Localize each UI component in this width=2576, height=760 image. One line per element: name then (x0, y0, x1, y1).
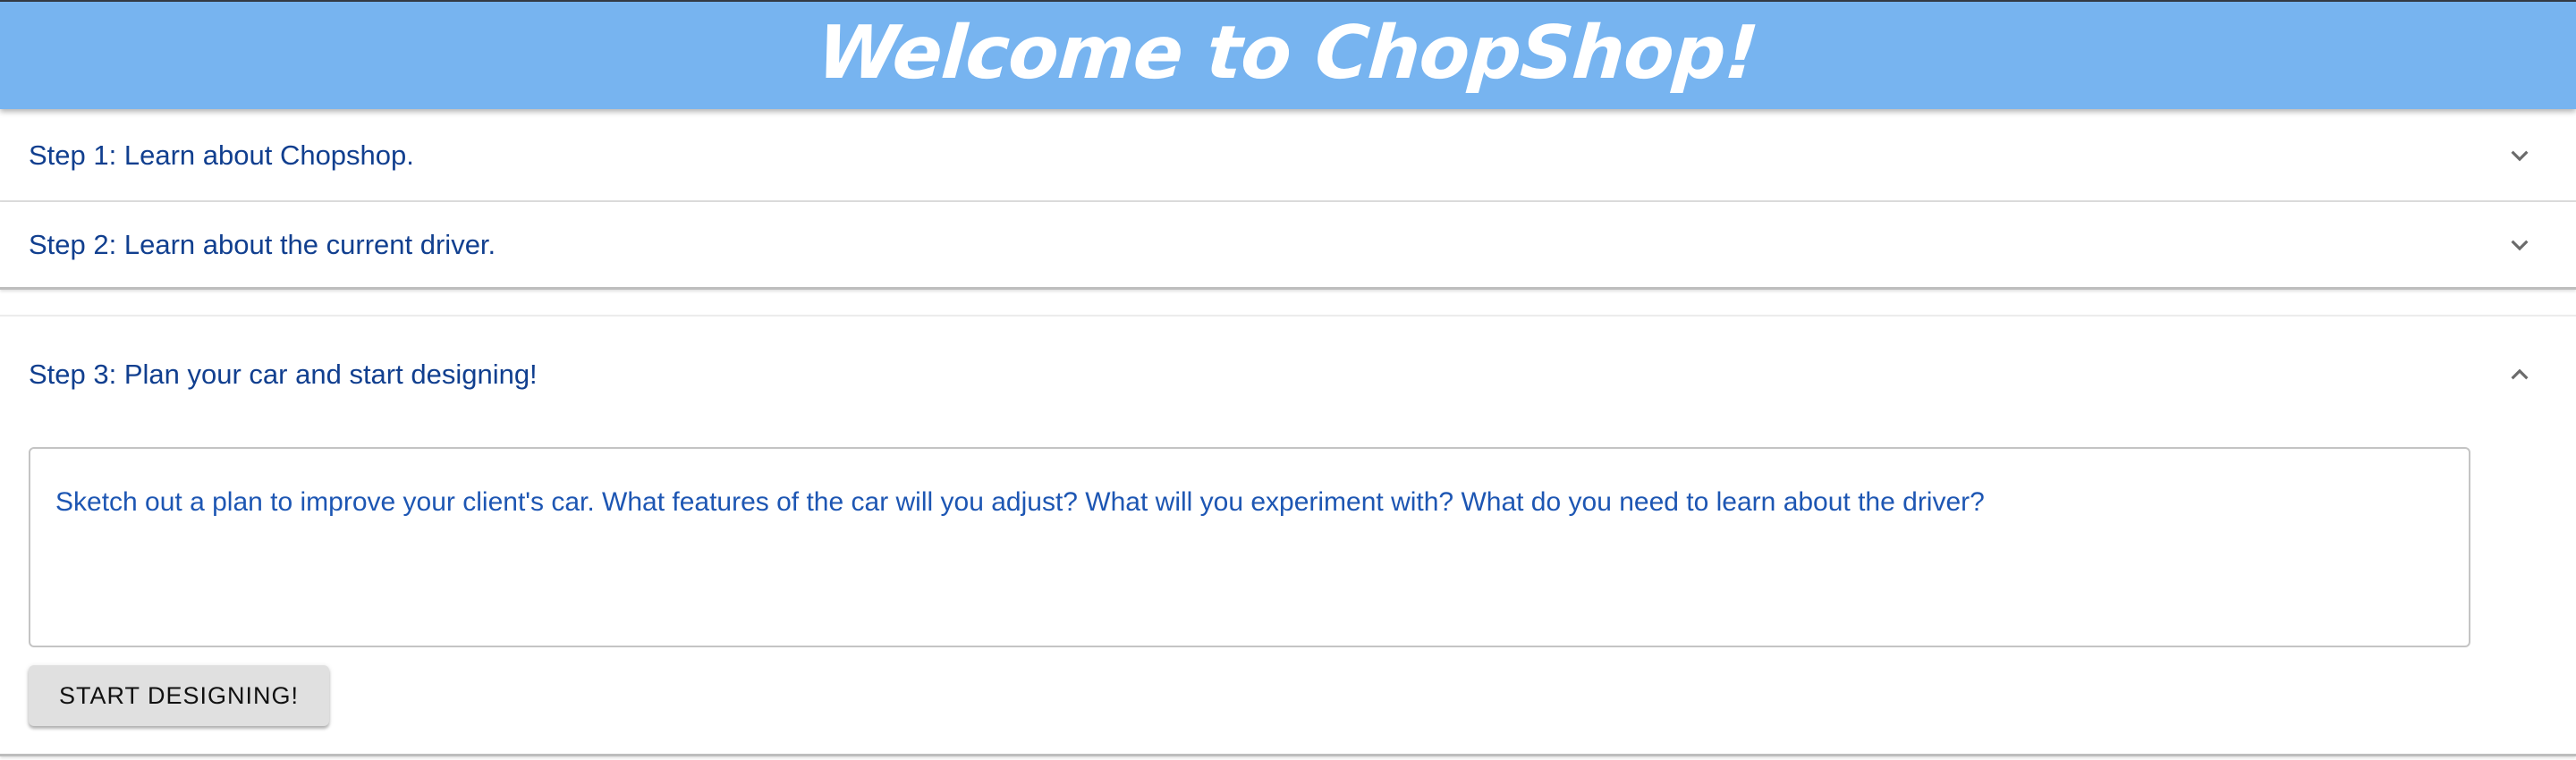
page-title: Welcome to ChopShop! (815, 10, 1761, 96)
plan-textarea[interactable] (29, 447, 2470, 647)
step-3-header[interactable]: Step 3: Plan your car and start designin… (0, 317, 2576, 433)
chevron-up-icon[interactable] (2503, 358, 2537, 392)
start-designing-button[interactable]: START DESIGNING! (29, 665, 329, 726)
step-2-header[interactable]: Step 2: Learn about the current driver. (0, 202, 2576, 287)
step-1-header[interactable]: Step 1: Learn about Chopshop. (0, 111, 2576, 200)
step-3-label: Step 3: Plan your car and start designin… (29, 359, 538, 390)
app-header: Welcome to ChopShop! (0, 0, 2576, 109)
step-2-panel: Step 2: Learn about the current driver. (0, 202, 2576, 290)
chevron-down-icon[interactable] (2503, 139, 2537, 173)
step-1-label: Step 1: Learn about Chopshop. (29, 139, 414, 171)
step-2-label: Step 2: Learn about the current driver. (29, 228, 496, 260)
step-3-panel: Step 3: Plan your car and start designin… (0, 315, 2576, 756)
step-1-panel: Step 1: Learn about Chopshop. (0, 111, 2576, 202)
chevron-down-icon[interactable] (2503, 228, 2537, 262)
